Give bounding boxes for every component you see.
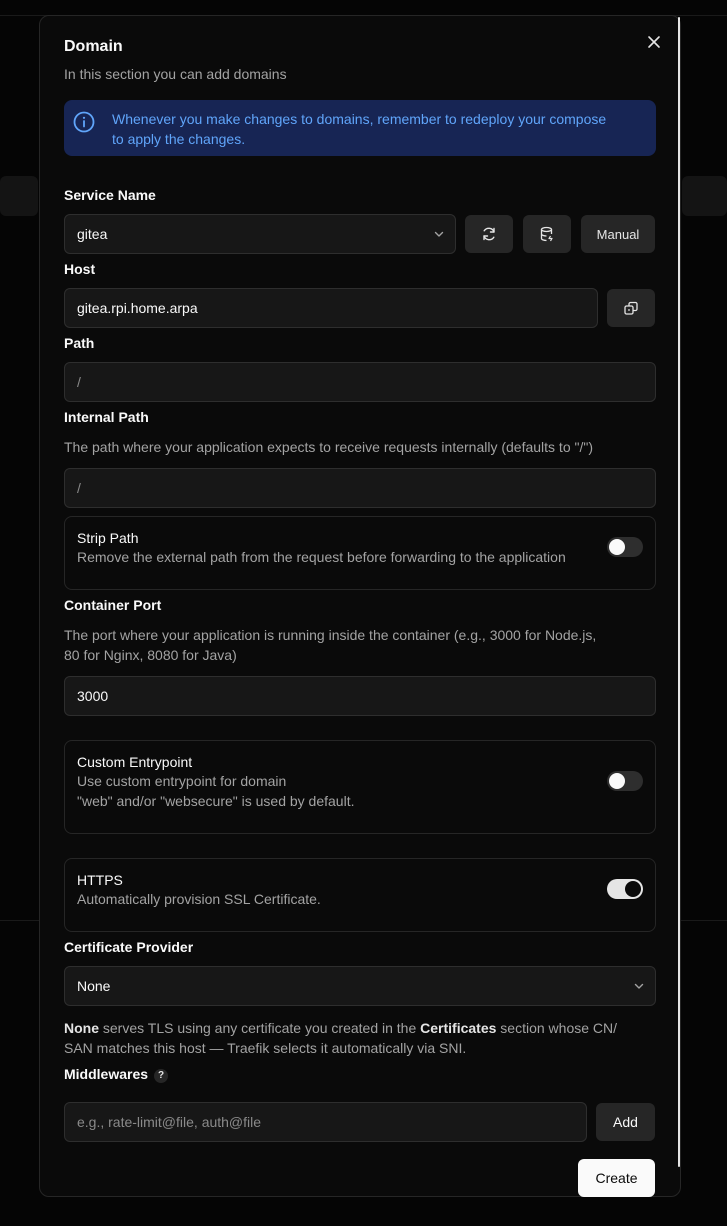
strip-path-title: Strip Path bbox=[77, 530, 139, 546]
host-value: gitea.rpi.home.arpa bbox=[77, 300, 198, 316]
refresh-services-button[interactable] bbox=[465, 215, 513, 253]
dice-icon bbox=[624, 301, 638, 315]
service-name-label: Service Name bbox=[64, 187, 156, 203]
chevron-down-icon bbox=[634, 983, 644, 989]
custom-entrypoint-description-1: Use custom entrypoint for domain bbox=[77, 773, 287, 789]
certificate-provider-label: Certificate Provider bbox=[64, 939, 194, 955]
generate-host-button[interactable] bbox=[607, 289, 655, 327]
strip-path-card: Strip Path Remove the external path from… bbox=[64, 516, 656, 590]
host-label: Host bbox=[64, 261, 96, 277]
redeploy-alert: Whenever you make changes to domains, re… bbox=[64, 100, 656, 156]
dialog-title: Domain bbox=[64, 38, 123, 55]
https-card: HTTPS Automatically provision SSL Certif… bbox=[64, 858, 656, 932]
refresh-icon bbox=[483, 227, 495, 241]
service-name-select[interactable]: gitea bbox=[64, 214, 456, 254]
help-icon[interactable]: ? bbox=[154, 1068, 169, 1083]
database-icon bbox=[540, 226, 553, 242]
close-icon bbox=[648, 36, 660, 48]
custom-entrypoint-card: Custom Entrypoint Use custom entrypoint … bbox=[64, 740, 656, 834]
create-button[interactable]: Create bbox=[578, 1159, 655, 1197]
https-description: Automatically provision SSL Certificate. bbox=[77, 891, 321, 907]
container-port-label: Container Port bbox=[64, 597, 162, 613]
internal-path-value: / bbox=[77, 480, 81, 496]
custom-entrypoint-title: Custom Entrypoint bbox=[77, 754, 193, 770]
certificate-provider-value: None bbox=[77, 978, 111, 994]
container-port-input[interactable]: 3000 bbox=[64, 676, 656, 716]
info-icon bbox=[73, 111, 95, 133]
certificate-help-text: None serves TLS using any certificate yo… bbox=[64, 1020, 618, 1056]
middleware-input[interactable] bbox=[64, 1102, 587, 1142]
manual-button[interactable]: Manual bbox=[581, 215, 655, 253]
host-input[interactable]: gitea.rpi.home.arpa bbox=[64, 288, 598, 328]
custom-entrypoint-description-2: "web" and/or "websecure" is used by defa… bbox=[77, 793, 355, 809]
container-port-value: 3000 bbox=[77, 688, 109, 704]
custom-entrypoint-toggle[interactable] bbox=[607, 771, 643, 791]
background-element bbox=[0, 176, 38, 216]
path-input[interactable]: / bbox=[64, 362, 656, 402]
strip-path-toggle[interactable] bbox=[607, 537, 643, 557]
path-label: Path bbox=[64, 335, 95, 351]
dialog-scrollbar[interactable] bbox=[678, 17, 680, 1167]
alert-message: Whenever you make changes to domains, re… bbox=[112, 111, 607, 147]
close-button[interactable] bbox=[645, 33, 663, 51]
https-toggle[interactable] bbox=[607, 879, 643, 899]
service-name-value: gitea bbox=[77, 226, 108, 242]
internal-path-label: Internal Path bbox=[64, 409, 149, 425]
database-button[interactable] bbox=[523, 215, 571, 253]
https-title: HTTPS bbox=[77, 872, 123, 888]
middlewares-label: Middlewares? bbox=[64, 1066, 169, 1083]
chevron-down-icon bbox=[434, 231, 444, 237]
certificate-provider-select[interactable]: None bbox=[64, 966, 656, 1006]
dialog-subtitle: In this section you can add domains bbox=[64, 66, 287, 82]
container-port-description: The port where your application is runni… bbox=[64, 627, 597, 663]
strip-path-description: Remove the external path from the reques… bbox=[77, 549, 566, 565]
path-value: / bbox=[77, 374, 81, 390]
add-middleware-button[interactable]: Add bbox=[596, 1103, 655, 1141]
internal-path-input[interactable]: / bbox=[64, 468, 656, 508]
internal-path-description: The path where your application expects … bbox=[64, 439, 593, 455]
background-element bbox=[682, 176, 727, 216]
